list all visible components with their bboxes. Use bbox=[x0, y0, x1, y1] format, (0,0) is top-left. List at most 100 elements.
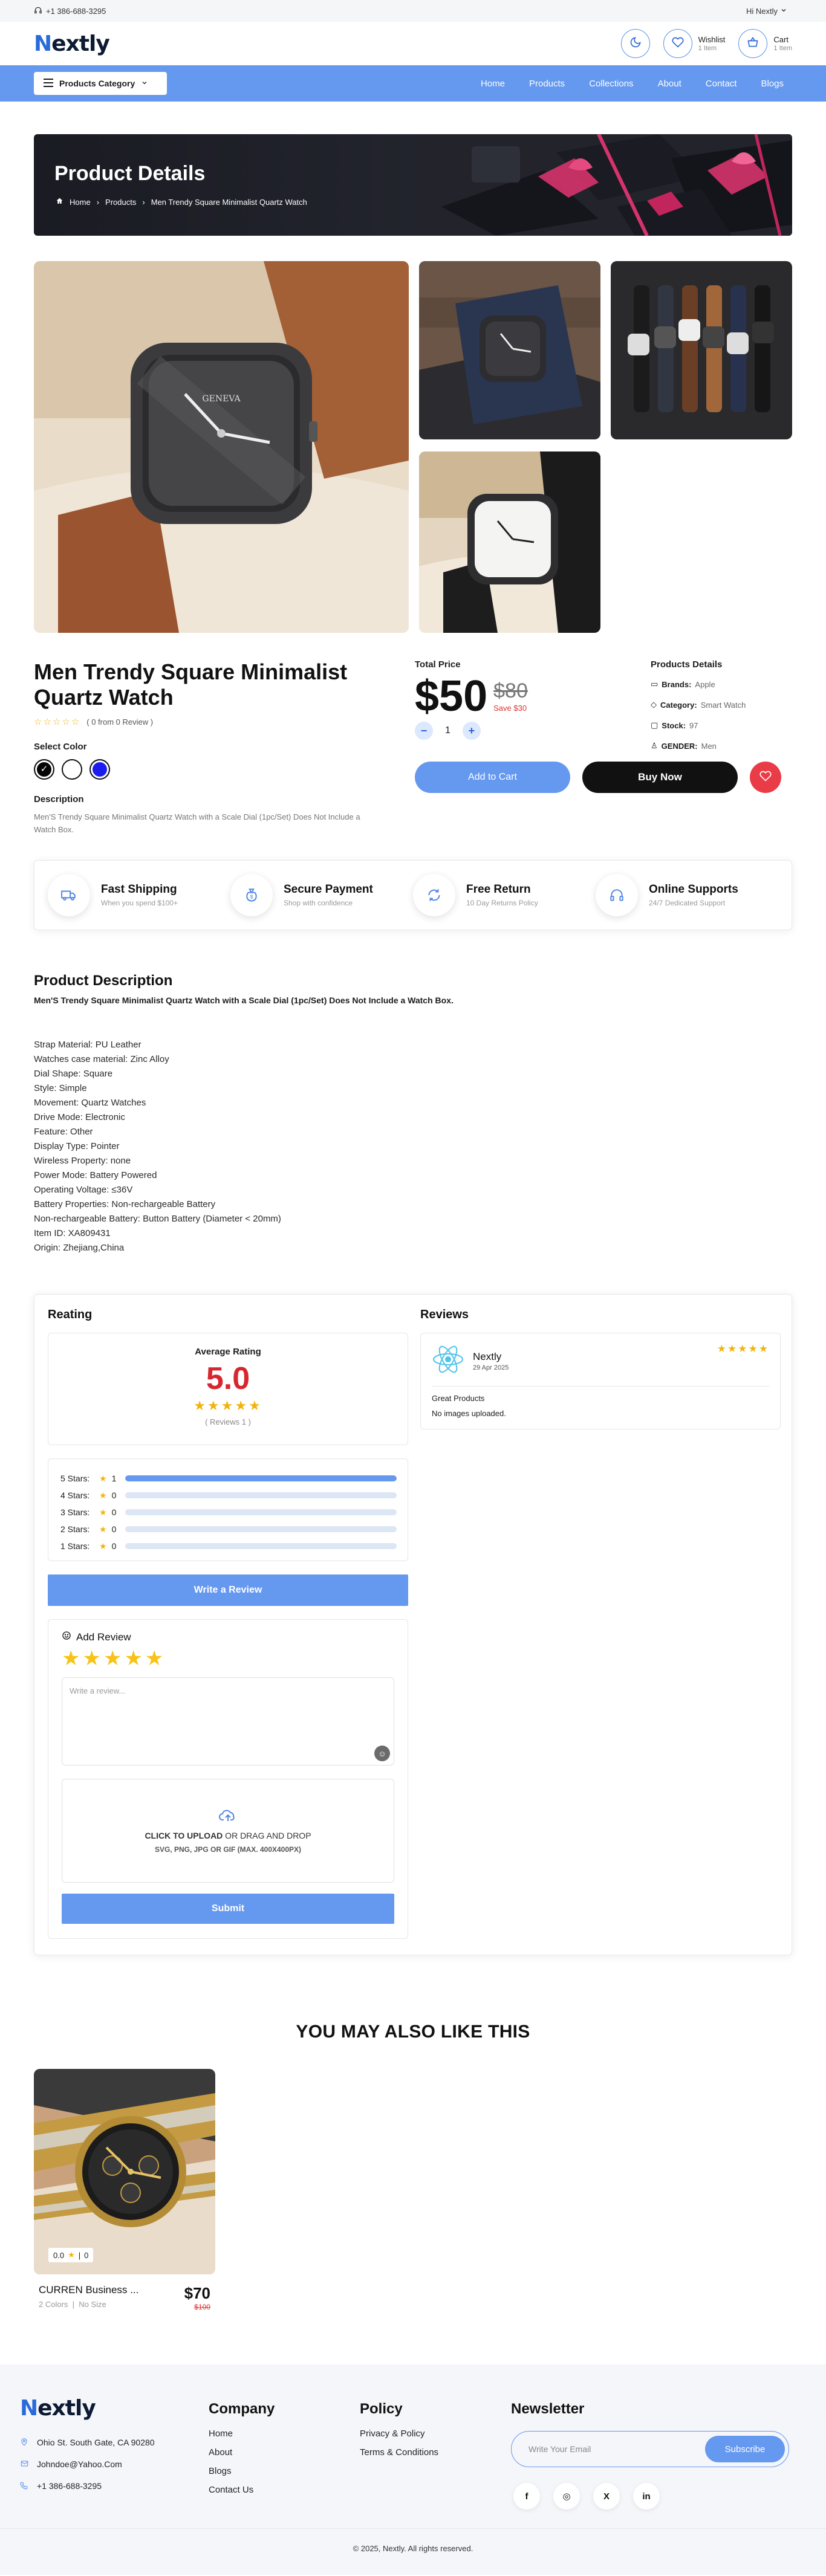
nav-home[interactable]: Home bbox=[481, 79, 505, 89]
nav-products[interactable]: Products bbox=[529, 79, 565, 89]
nav-about[interactable]: About bbox=[658, 79, 681, 89]
qty-minus-button[interactable]: − bbox=[415, 722, 433, 740]
footer-link-home[interactable]: Home bbox=[209, 2429, 360, 2447]
feature-subtitle: 24/7 Dedicated Support bbox=[649, 899, 726, 907]
products-category-button[interactable]: Products Category bbox=[34, 72, 167, 95]
footer-phone[interactable]: +1 386-688-3295 bbox=[20, 2475, 209, 2497]
main-product-image[interactable]: GENEVA bbox=[34, 261, 409, 633]
emoji-picker-button[interactable]: ☺ bbox=[374, 1746, 390, 1761]
footer-link-privacy[interactable]: Privacy & Policy bbox=[360, 2429, 511, 2447]
newsletter-email-input[interactable]: Write Your Email bbox=[528, 2444, 591, 2454]
breadcrumb-products[interactable]: Products bbox=[105, 198, 136, 207]
menu-icon bbox=[44, 78, 53, 89]
review-textarea[interactable]: Write a review... ☺ bbox=[62, 1677, 394, 1765]
distribution-row: 3 Stars: ★ 0 bbox=[60, 1504, 397, 1521]
main-nav: Products Category Home Products Collecti… bbox=[0, 65, 826, 102]
footer-link-about[interactable]: About bbox=[209, 2447, 360, 2466]
footer-email-text: Johndoe@Yahoo.Com bbox=[37, 2459, 122, 2469]
product-description-title: Product Description bbox=[34, 972, 173, 989]
wishlist-button[interactable] bbox=[663, 29, 692, 58]
write-review-button[interactable]: Write a Review bbox=[48, 1574, 408, 1606]
divider: | bbox=[78, 2250, 81, 2260]
star-icon: ★ bbox=[68, 2250, 75, 2259]
moon-icon bbox=[629, 36, 642, 51]
add-to-cart-button[interactable]: Add to Cart bbox=[415, 762, 570, 793]
product-price: $70 bbox=[184, 2284, 210, 2302]
nav-contact[interactable]: Contact bbox=[706, 79, 737, 89]
theme-toggle-button[interactable] bbox=[620, 29, 650, 58]
cart-count: 1 Item bbox=[773, 44, 792, 52]
old-price: $80 bbox=[493, 679, 528, 702]
spec-list: Strap Material: PU Leather Watches case … bbox=[34, 1038, 792, 1255]
linkedin-icon[interactable]: in bbox=[633, 2483, 660, 2510]
distribution-row: 2 Stars: ★ 0 bbox=[60, 1521, 397, 1538]
cart-button[interactable] bbox=[738, 29, 768, 58]
product-size: No Size bbox=[79, 2300, 106, 2309]
review-date: 29 Apr 2025 bbox=[473, 1364, 509, 1371]
feature-free-return: Free Return 10 Day Returns Policy bbox=[413, 874, 596, 916]
reviews-panel: Reating Average Rating 5.0 ★★★★★ ( Revie… bbox=[34, 1294, 792, 1955]
x-twitter-icon[interactable]: X bbox=[593, 2483, 620, 2510]
short-description: Men'S Trendy Square Minimalist Quartz Wa… bbox=[34, 812, 360, 834]
color-swatch-white[interactable] bbox=[62, 759, 82, 780]
product-card[interactable]: 0.0 ★ | 0 CURREN Business ... 2 Colors |… bbox=[34, 2069, 215, 2311]
current-price: $50 bbox=[415, 672, 488, 720]
wishlist-link[interactable]: Wishlist 1 Item bbox=[663, 29, 725, 58]
site-logo[interactable]: Nextly bbox=[34, 31, 110, 56]
upload-subtext: SVG, PNG, JPG OR GIF (MAX. 400X400PX) bbox=[154, 1845, 302, 1854]
page-title: Product Details bbox=[54, 162, 206, 185]
select-color-label: Select Color bbox=[34, 742, 87, 752]
breadcrumb-home[interactable]: Home bbox=[70, 198, 91, 207]
distribution-label: 1 Stars: bbox=[60, 1541, 90, 1551]
top-phone[interactable]: +1 386-688-3295 bbox=[34, 6, 106, 16]
submit-review-button[interactable]: Submit bbox=[62, 1894, 394, 1924]
facebook-icon[interactable]: f bbox=[513, 2483, 540, 2510]
page-banner: Product Details Home › Products › Men Tr… bbox=[34, 134, 792, 236]
detail-stock: ▢ Stock: 97 bbox=[651, 720, 787, 730]
chevron-right-icon: › bbox=[142, 197, 145, 207]
subscribe-button[interactable]: Subscribe bbox=[705, 2436, 785, 2462]
reviews-count: ( Reviews 1 ) bbox=[205, 1417, 251, 1426]
logo-text: extly bbox=[51, 31, 110, 56]
product-info: Men Trendy Square Minimalist Quartz Watc… bbox=[34, 659, 792, 836]
instagram-icon[interactable]: ◎ bbox=[553, 2483, 580, 2510]
footer-link-contact[interactable]: Contact Us bbox=[209, 2485, 360, 2503]
chevron-down-icon bbox=[780, 7, 787, 16]
product-thumbnail-3[interactable] bbox=[419, 451, 600, 633]
phone-icon bbox=[20, 2481, 30, 2491]
distribution-label: 4 Stars: bbox=[60, 1490, 90, 1500]
footer-phone-text: +1 386-688-3295 bbox=[37, 2481, 102, 2491]
detail-brand: ▭ Brands: Apple bbox=[651, 679, 787, 689]
footer-email[interactable]: Johndoe@Yahoo.Com bbox=[20, 2453, 209, 2475]
product-colors: 2 Colors bbox=[39, 2300, 68, 2309]
nav-blogs[interactable]: Blogs bbox=[761, 79, 784, 89]
product-thumbnail-1[interactable] bbox=[419, 261, 600, 439]
product-card-image[interactable]: 0.0 ★ | 0 bbox=[34, 2069, 215, 2274]
feature-title: Secure Payment bbox=[284, 883, 373, 896]
footer-policy-title: Policy bbox=[360, 2401, 403, 2417]
star-rating-input[interactable]: ★★★★★ bbox=[62, 1647, 394, 1670]
spec-item: Movement: Quartz Watches bbox=[34, 1098, 146, 1108]
qty-plus-button[interactable]: + bbox=[462, 722, 481, 740]
distribution-count: 0 bbox=[111, 1507, 117, 1517]
nav-collections[interactable]: Collections bbox=[589, 79, 633, 89]
footer-link-blogs[interactable]: Blogs bbox=[209, 2466, 360, 2485]
product-name[interactable]: CURREN Business ... bbox=[39, 2284, 138, 2296]
headset-icon bbox=[34, 6, 42, 16]
footer-link-terms[interactable]: Terms & Conditions bbox=[360, 2447, 511, 2466]
add-review-form: Add Review ★★★★★ Write a review... ☺ CLI… bbox=[48, 1619, 408, 1939]
cart-link[interactable]: Cart 1 Item bbox=[738, 29, 792, 58]
qty-value[interactable]: 1 bbox=[445, 725, 450, 736]
color-swatch-black[interactable] bbox=[34, 759, 54, 780]
user-greeting[interactable]: Hi Nextly bbox=[746, 7, 787, 16]
location-pin-icon bbox=[20, 2437, 30, 2448]
footer-logo[interactable]: Nextly bbox=[20, 2396, 209, 2421]
smile-icon bbox=[62, 1631, 71, 1643]
distribution-label: 2 Stars: bbox=[60, 1524, 90, 1534]
image-upload-dropzone[interactable]: CLICK TO UPLOAD OR DRAG AND DROP SVG, PN… bbox=[62, 1779, 394, 1883]
feature-subtitle: Shop with confidence bbox=[284, 899, 353, 907]
svg-text:$: $ bbox=[250, 893, 253, 899]
color-swatch-blue[interactable] bbox=[89, 759, 110, 780]
related-products-section: YOU MAY ALSO LIKE THIS 0.0 ★ | 0 CURREN … bbox=[34, 2022, 792, 2311]
product-thumbnail-2[interactable] bbox=[611, 261, 792, 439]
